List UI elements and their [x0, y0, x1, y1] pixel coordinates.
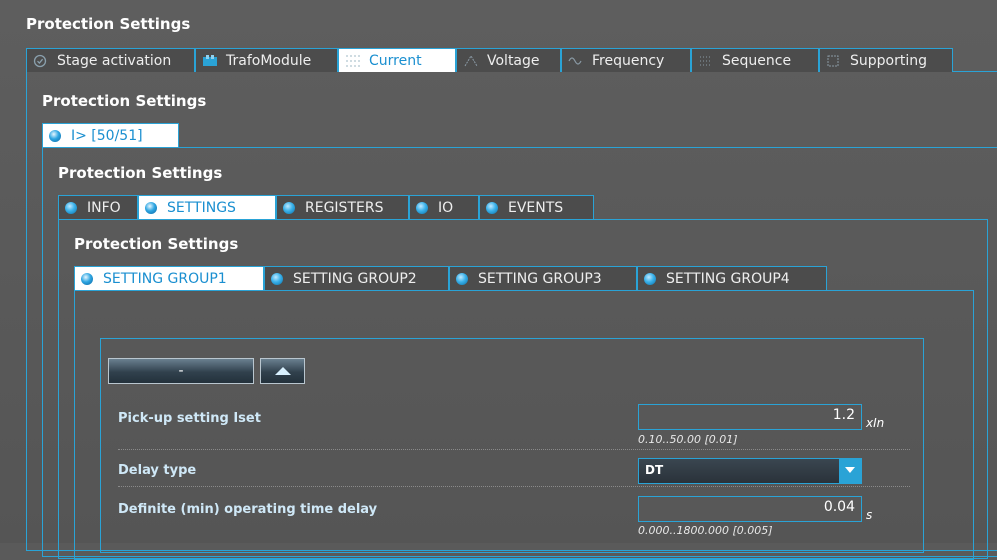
status-dot-icon — [145, 201, 157, 214]
definite-time-delay-label: Definite (min) operating time delay — [118, 502, 378, 517]
tab-registers[interactable]: REGISTERS — [276, 195, 409, 219]
tab-setting-group1[interactable]: SETTING GROUP1 — [74, 266, 264, 290]
tab-label: Sequence — [722, 52, 792, 69]
status-dot-icon — [416, 201, 428, 214]
delay-type-value: DT — [645, 463, 664, 477]
expand-up-button[interactable] — [260, 358, 305, 384]
tab-label: SETTING GROUP3 — [478, 270, 602, 287]
level2-title: Protection Settings — [42, 92, 207, 110]
frequency-icon — [568, 54, 584, 68]
collapse-button[interactable]: - — [108, 358, 254, 384]
collapse-button-label: - — [178, 363, 184, 379]
tab-settings[interactable]: SETTINGS — [138, 195, 276, 219]
tab-info[interactable]: INFO — [58, 195, 138, 219]
tab-label: Frequency — [592, 52, 665, 69]
tab-label: TrafoModule — [226, 52, 312, 69]
status-dot-icon — [81, 272, 93, 285]
tab-label: SETTING GROUP2 — [293, 270, 417, 287]
divider — [118, 449, 910, 450]
divider — [118, 486, 910, 487]
chevron-down-icon[interactable] — [839, 459, 861, 483]
tab-label: I> [50/51] — [71, 127, 143, 144]
tab-voltage[interactable]: Voltage — [456, 48, 561, 72]
level4-tabbar: SETTING GROUP1 SETTING GROUP2 SETTING GR… — [74, 266, 827, 290]
check-circle-icon — [33, 54, 49, 68]
tab-label: Voltage — [487, 52, 540, 69]
level3-tabbar: INFO SETTINGS REGISTERS IO EVENTS — [58, 195, 594, 219]
pickup-setting-input[interactable]: 1.2 — [638, 404, 862, 430]
tab-label: SETTING GROUP1 — [103, 270, 227, 287]
pickup-setting-unit: xIn — [866, 416, 885, 430]
tab-events[interactable]: EVENTS — [479, 195, 594, 219]
tab-label: SETTINGS — [167, 199, 236, 216]
tab-i-greater-50-51[interactable]: I> [50/51] — [42, 123, 179, 147]
tab-label: REGISTERS — [305, 199, 384, 216]
definite-time-delay-unit: s — [866, 508, 873, 522]
pickup-setting-label: Pick-up setting Iset — [118, 411, 261, 426]
tab-label: IO — [438, 199, 454, 216]
sequence-icon — [698, 54, 714, 68]
definite-time-delay-input[interactable]: 0.04 — [638, 496, 862, 522]
tab-label: Current — [369, 52, 422, 69]
page-title: Protection Settings — [26, 15, 191, 33]
status-dot-icon — [49, 129, 61, 142]
status-dot-icon — [271, 272, 283, 285]
current-icon — [345, 54, 361, 68]
tab-io[interactable]: IO — [409, 195, 479, 219]
pickup-setting-range: 0.10..50.00 [0.01] — [638, 433, 738, 446]
status-dot-icon — [456, 272, 468, 285]
level3-title: Protection Settings — [58, 164, 223, 182]
tab-stage-activation[interactable]: Stage activation — [26, 48, 195, 72]
supporting-icon — [826, 54, 842, 68]
arrow-up-icon — [274, 367, 291, 375]
tab-label: Stage activation — [57, 52, 172, 69]
level2-tabbar: I> [50/51] — [42, 123, 179, 147]
definite-time-delay-range: 0.000..1800.000 [0.005] — [638, 524, 773, 537]
tab-label: Supporting — [850, 52, 927, 69]
delay-type-label: Delay type — [118, 463, 197, 478]
tab-current[interactable]: Current — [338, 48, 456, 72]
tab-setting-group3[interactable]: SETTING GROUP3 — [449, 266, 637, 290]
delay-type-select[interactable]: DT — [638, 458, 862, 484]
tab-supporting[interactable]: Supporting — [819, 48, 953, 72]
tab-setting-group4[interactable]: SETTING GROUP4 — [637, 266, 827, 290]
tab-label: INFO — [87, 199, 121, 216]
tab-sequence[interactable]: Sequence — [691, 48, 819, 72]
transformer-icon — [202, 54, 218, 68]
status-dot-icon — [486, 201, 498, 214]
tab-trafomodule[interactable]: TrafoModule — [195, 48, 338, 72]
voltage-icon — [463, 54, 479, 68]
status-dot-icon — [644, 272, 656, 285]
status-dot-icon — [283, 201, 295, 214]
tab-frequency[interactable]: Frequency — [561, 48, 691, 72]
tab-setting-group2[interactable]: SETTING GROUP2 — [264, 266, 449, 290]
tab-label: EVENTS — [508, 199, 564, 216]
main-tabbar: Stage activation TrafoModule Current Vol… — [26, 48, 953, 72]
level4-title: Protection Settings — [74, 235, 239, 253]
tab-label: SETTING GROUP4 — [666, 270, 790, 287]
status-dot-icon — [65, 201, 77, 214]
